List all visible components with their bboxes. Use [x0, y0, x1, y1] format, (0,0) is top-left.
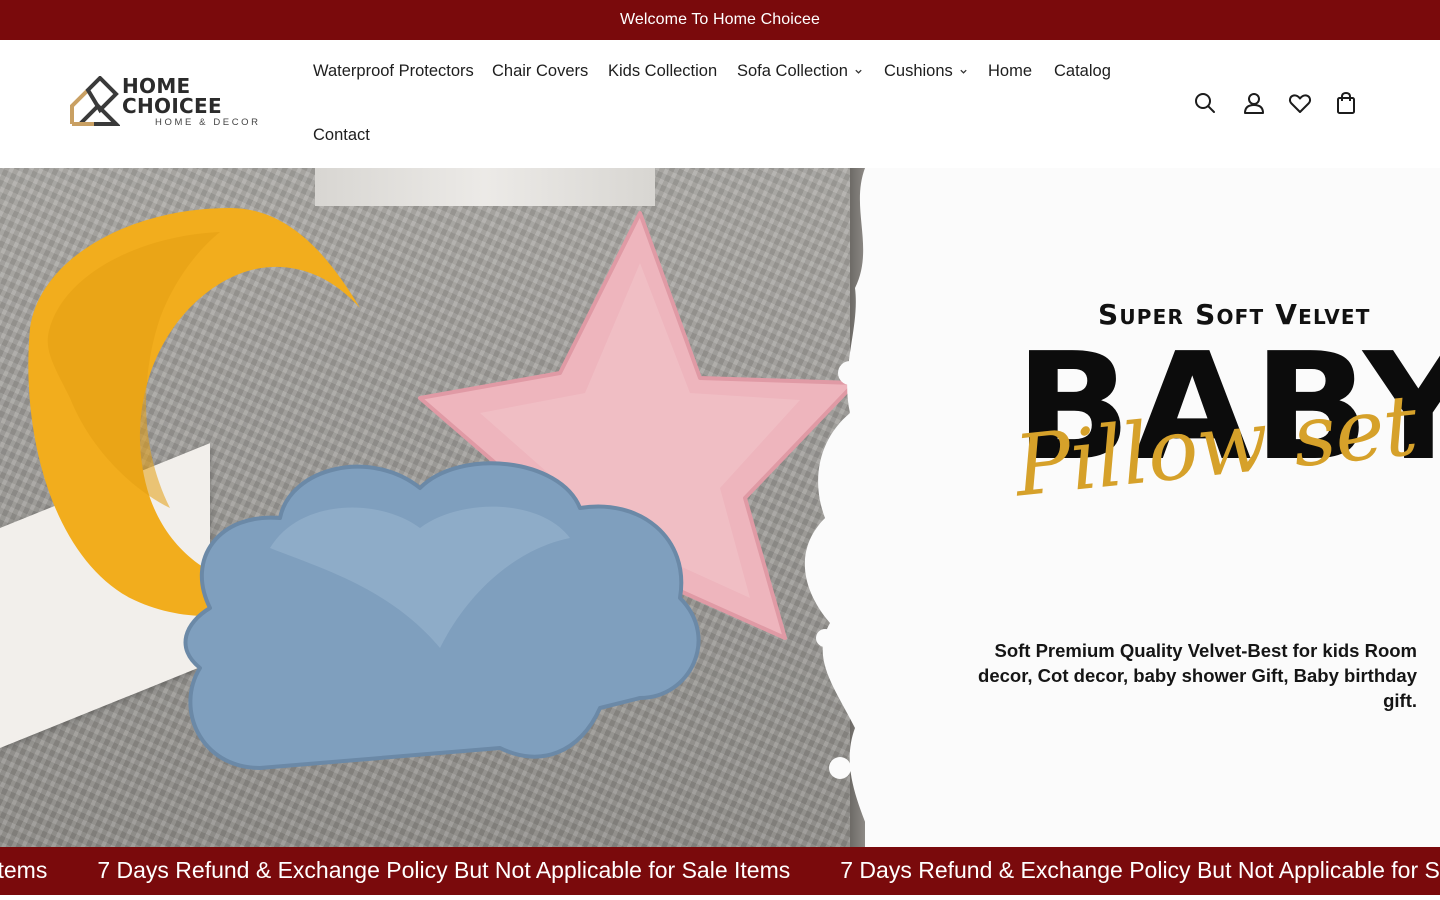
- brand-name: HOME CHOICEE: [122, 74, 222, 119]
- nav-item-sofa-collection[interactable]: Sofa Collection: [737, 62, 863, 81]
- brand-tagline: HOME & DECOR: [155, 117, 261, 129]
- wishlist-button[interactable]: [1287, 90, 1313, 116]
- hero-pillows-illustration: [28, 208, 857, 770]
- hero-banner[interactable]: Super Soft Velvet BABY Pillow set Soft P…: [0, 168, 1440, 847]
- account-icon: [1244, 93, 1264, 114]
- nav-item-home[interactable]: Home: [988, 62, 1032, 81]
- nav-item-label: Catalog: [1054, 62, 1111, 80]
- marquee-item: ale Items: [0, 857, 48, 883]
- search-button[interactable]: [1192, 90, 1218, 116]
- nav-item-chair-covers[interactable]: Chair Covers: [492, 62, 588, 81]
- hero-copy: Super Soft Velvet BABY Pillow set Soft P…: [960, 168, 1440, 847]
- nav-item-contact[interactable]: Contact: [313, 126, 370, 145]
- house-logo-icon: [70, 76, 120, 126]
- nav-item-label: Home: [988, 62, 1033, 80]
- marquee-track: ale Items 7 Days Refund & Exchange Polic…: [0, 857, 1440, 884]
- account-button[interactable]: [1241, 90, 1267, 116]
- nav-item-label: Kids Collection: [608, 62, 718, 80]
- header-actions: [1192, 90, 1362, 118]
- nav-item-label: Contact: [313, 126, 370, 144]
- nav-item-label: Sofa Collection: [737, 62, 848, 80]
- nav-item-label: Chair Covers: [492, 62, 589, 80]
- policy-marquee: ale Items 7 Days Refund & Exchange Polic…: [0, 847, 1440, 895]
- nav-item-label: Waterproof Protectors: [313, 62, 474, 80]
- cart-icon: [1337, 91, 1355, 114]
- nav-item-kids-collection[interactable]: Kids Collection: [608, 62, 717, 81]
- nav-item-waterproof-protectors[interactable]: Waterproof Protectors: [313, 62, 474, 81]
- chevron-down-icon: [960, 69, 967, 74]
- marquee-item: 7 Days Refund & Exchange Policy But Not …: [97, 857, 791, 883]
- search-icon: [1195, 93, 1215, 113]
- nav-item-label: Cushions: [884, 62, 953, 80]
- paint-splash-divider: [804, 168, 920, 847]
- nav-item-cushions[interactable]: Cushions: [884, 62, 968, 81]
- marquee-item: 7 Days Refund & Exchange Policy But Not …: [840, 857, 1440, 883]
- site-header: HOME CHOICEE HOME & DECOR Waterproof Pro…: [0, 40, 1440, 168]
- cart-button[interactable]: [1333, 90, 1359, 116]
- hero-photo: [0, 168, 865, 847]
- brand-logo[interactable]: HOME CHOICEE HOME & DECOR: [68, 76, 288, 128]
- nav-item-catalog[interactable]: Catalog: [1054, 62, 1111, 81]
- hero-description: Soft Premium Quality Velvet-Best for kid…: [978, 640, 1417, 711]
- wishlist-icon: [1288, 94, 1312, 113]
- chevron-down-icon: [855, 69, 862, 74]
- announcement-text: Welcome To Home Choicee: [619, 11, 821, 28]
- announcement-bar: Welcome To Home Choicee: [0, 0, 1440, 40]
